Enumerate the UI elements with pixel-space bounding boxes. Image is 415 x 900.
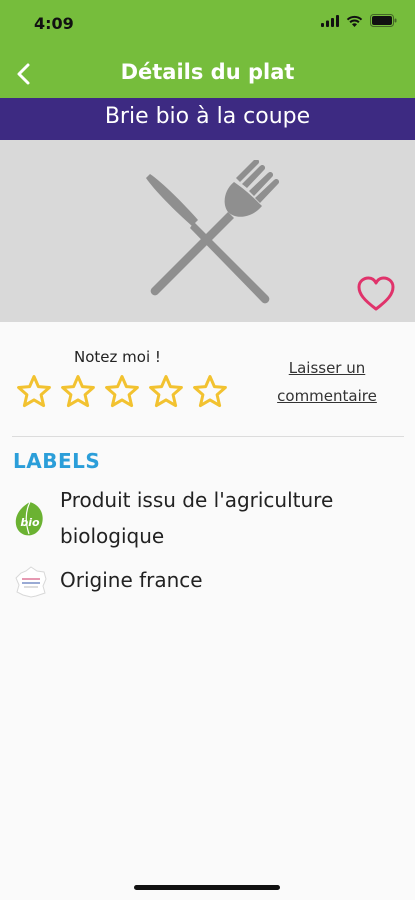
dish-name-bar: Brie bio à la coupe — [0, 98, 415, 140]
bio-label-icon: bio — [15, 501, 43, 536]
signal-icon — [321, 14, 339, 27]
status-bar: 4:09 — [0, 0, 415, 50]
nav-bar: Détails du plat — [0, 50, 415, 98]
star-5-icon[interactable] — [192, 374, 228, 410]
heart-icon — [357, 276, 395, 311]
star-1-icon[interactable] — [16, 374, 52, 410]
rating-prompt: Notez moi ! — [74, 348, 161, 366]
origine-france-icon — [15, 566, 47, 598]
star-4-icon[interactable] — [148, 374, 184, 410]
leave-comment-link[interactable]: Laisser un commentaire — [264, 354, 390, 410]
labels-heading: LABELS — [13, 449, 101, 473]
divider — [12, 436, 404, 437]
label-item-bio: bio Produit issu de l'agriculture biolog… — [0, 480, 415, 556]
label-item-origine: Origine france — [0, 562, 415, 602]
svg-text:bio: bio — [20, 516, 40, 529]
star-2-icon[interactable] — [60, 374, 96, 410]
dish-image-placeholder — [0, 140, 415, 322]
favorite-button[interactable] — [356, 275, 396, 313]
status-icons — [321, 14, 397, 27]
cutlery-icon — [146, 160, 280, 304]
status-time: 4:09 — [34, 14, 74, 33]
page-title: Détails du plat — [120, 60, 295, 84]
star-3-icon[interactable] — [104, 374, 140, 410]
home-indicator[interactable] — [134, 885, 280, 890]
label-text: Produit issu de l'agriculture biologique — [60, 488, 334, 548]
wifi-icon — [346, 15, 363, 27]
battery-icon — [370, 14, 397, 27]
star-rating — [16, 374, 228, 410]
dish-name: Brie bio à la coupe — [104, 104, 311, 129]
label-text: Origine france — [60, 568, 203, 592]
